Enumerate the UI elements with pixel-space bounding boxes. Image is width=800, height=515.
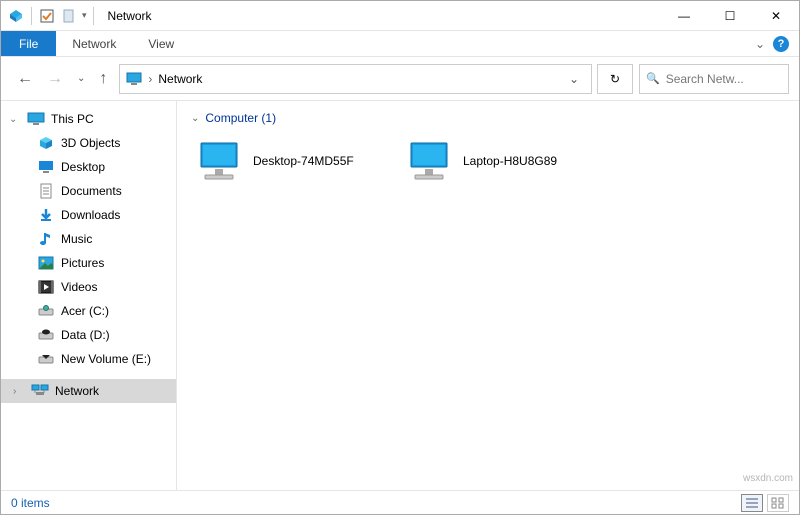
app-icon	[7, 7, 25, 25]
computer-icon	[405, 139, 453, 183]
qat-separator2	[93, 7, 94, 25]
close-button[interactable]: ✕	[753, 1, 799, 31]
tab-network[interactable]: Network	[56, 31, 132, 56]
sidebar-item-network[interactable]: › Network	[1, 379, 176, 403]
sidebar-item-videos[interactable]: Videos	[1, 275, 176, 299]
file-tab[interactable]: File	[1, 31, 56, 56]
search-placeholder: Search Netw...	[666, 72, 744, 86]
qat-separator	[31, 7, 32, 25]
qat-dropdown-icon[interactable]: ▾	[82, 10, 87, 21]
chevron-down-icon[interactable]: ⌄	[9, 114, 21, 125]
sidebar-item-label: Music	[61, 232, 92, 246]
address-history-button[interactable]: ⌄	[563, 72, 585, 86]
sidebar-item-drive-c[interactable]: Acer (C:)	[1, 299, 176, 323]
help-icon[interactable]: ?	[773, 36, 789, 52]
chevron-right-icon[interactable]: ›	[13, 386, 25, 397]
breadcrumb[interactable]: Network	[158, 72, 202, 86]
sidebar-item-downloads[interactable]: Downloads	[1, 203, 176, 227]
maximize-button[interactable]: ☐	[707, 1, 753, 31]
sidebar-item-documents[interactable]: Documents	[1, 179, 176, 203]
sidebar-item-label: Data (D:)	[61, 328, 110, 342]
search-icon: 🔍	[646, 72, 660, 85]
qat-new-folder-icon[interactable]	[60, 7, 78, 25]
refresh-button[interactable]: ↻	[597, 64, 633, 94]
qat-properties-icon[interactable]	[38, 7, 56, 25]
details-view-toggle[interactable]	[741, 494, 763, 512]
forward-button[interactable]: →	[47, 70, 63, 88]
group-label: Computer (1)	[205, 111, 276, 125]
list-item[interactable]: Desktop-74MD55F	[191, 133, 391, 189]
chevron-down-icon[interactable]: ⌄	[191, 113, 199, 124]
up-button[interactable]: ↑	[99, 70, 107, 88]
document-icon	[37, 183, 55, 199]
list-item[interactable]: Laptop-H8U8G89	[401, 133, 601, 189]
sidebar-item-this-pc[interactable]: ⌄ This PC	[1, 107, 176, 131]
videos-icon	[37, 279, 55, 295]
sidebar-item-label: Acer (C:)	[61, 304, 109, 318]
drive-icon	[37, 327, 55, 343]
music-icon	[37, 231, 55, 247]
navigation-pane: ⌄ This PC 3D Objects Desktop Documents D…	[1, 101, 177, 490]
sidebar-item-pictures[interactable]: Pictures	[1, 251, 176, 275]
breadcrumb-separator[interactable]: ›	[148, 72, 152, 86]
desktop-icon	[37, 159, 55, 175]
computer-icon	[195, 139, 243, 183]
ribbon-expand-icon[interactable]: ⌄	[755, 37, 765, 51]
sidebar-item-desktop[interactable]: Desktop	[1, 155, 176, 179]
recent-locations-button[interactable]: ⌄	[77, 73, 85, 84]
item-label: Desktop-74MD55F	[253, 154, 354, 168]
sidebar-item-label: Downloads	[61, 208, 120, 222]
sidebar-item-label: Documents	[61, 184, 122, 198]
sidebar-item-label: This PC	[51, 112, 94, 126]
sidebar-item-label: Pictures	[61, 256, 104, 270]
sidebar-item-label: 3D Objects	[61, 136, 120, 150]
search-input[interactable]: 🔍 Search Netw...	[639, 64, 789, 94]
content-pane: ⌄ Computer (1) Desktop-74MD55F Laptop-H8…	[177, 101, 799, 490]
sidebar-item-drive-e[interactable]: New Volume (E:)	[1, 347, 176, 371]
status-text: 0 items	[11, 496, 50, 510]
pictures-icon	[37, 255, 55, 271]
icons-view-toggle[interactable]	[767, 494, 789, 512]
sidebar-item-label: Desktop	[61, 160, 105, 174]
refresh-icon: ↻	[610, 72, 620, 86]
group-header-computer[interactable]: ⌄ Computer (1)	[191, 111, 785, 125]
address-icon	[126, 72, 142, 86]
drive-icon	[37, 351, 55, 367]
cube-icon	[37, 135, 55, 151]
sidebar-item-label: Network	[55, 384, 99, 398]
item-label: Laptop-H8U8G89	[463, 154, 557, 168]
download-icon	[37, 207, 55, 223]
sidebar-item-drive-d[interactable]: Data (D:)	[1, 323, 176, 347]
minimize-button[interactable]: —	[661, 1, 707, 31]
window-title: Network	[108, 9, 152, 23]
tab-view[interactable]: View	[132, 31, 190, 56]
network-icon	[31, 383, 49, 399]
sidebar-item-label: Videos	[61, 280, 97, 294]
drive-icon	[37, 303, 55, 319]
back-button[interactable]: ←	[17, 70, 33, 88]
sidebar-item-music[interactable]: Music	[1, 227, 176, 251]
sidebar-item-3d-objects[interactable]: 3D Objects	[1, 131, 176, 155]
sidebar-item-label: New Volume (E:)	[61, 352, 151, 366]
address-bar[interactable]: › Network ⌄	[119, 64, 592, 94]
this-pc-icon	[27, 111, 45, 127]
